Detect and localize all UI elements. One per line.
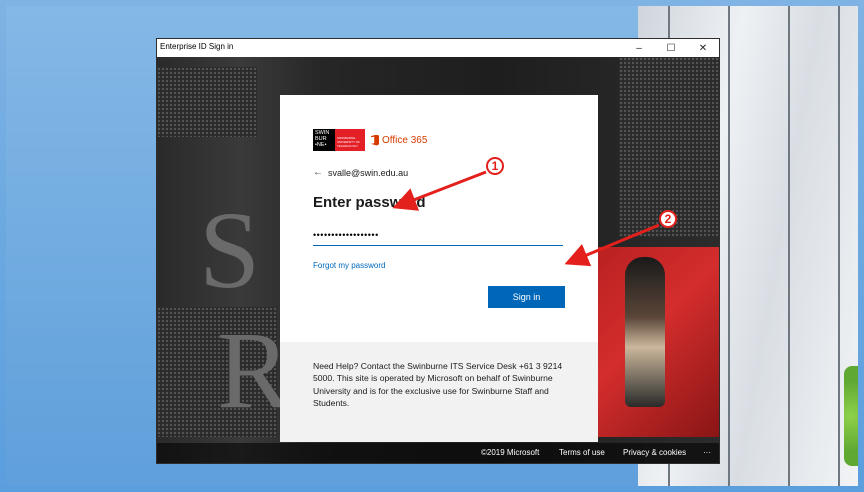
annotation-callout-1: 1 [486, 157, 504, 175]
annotation-arrow-2 [564, 223, 660, 267]
annotation-callout-2: 2 [659, 210, 677, 228]
annotation-arrow-1 [392, 170, 487, 211]
annotation-overlay [392, 170, 660, 267]
